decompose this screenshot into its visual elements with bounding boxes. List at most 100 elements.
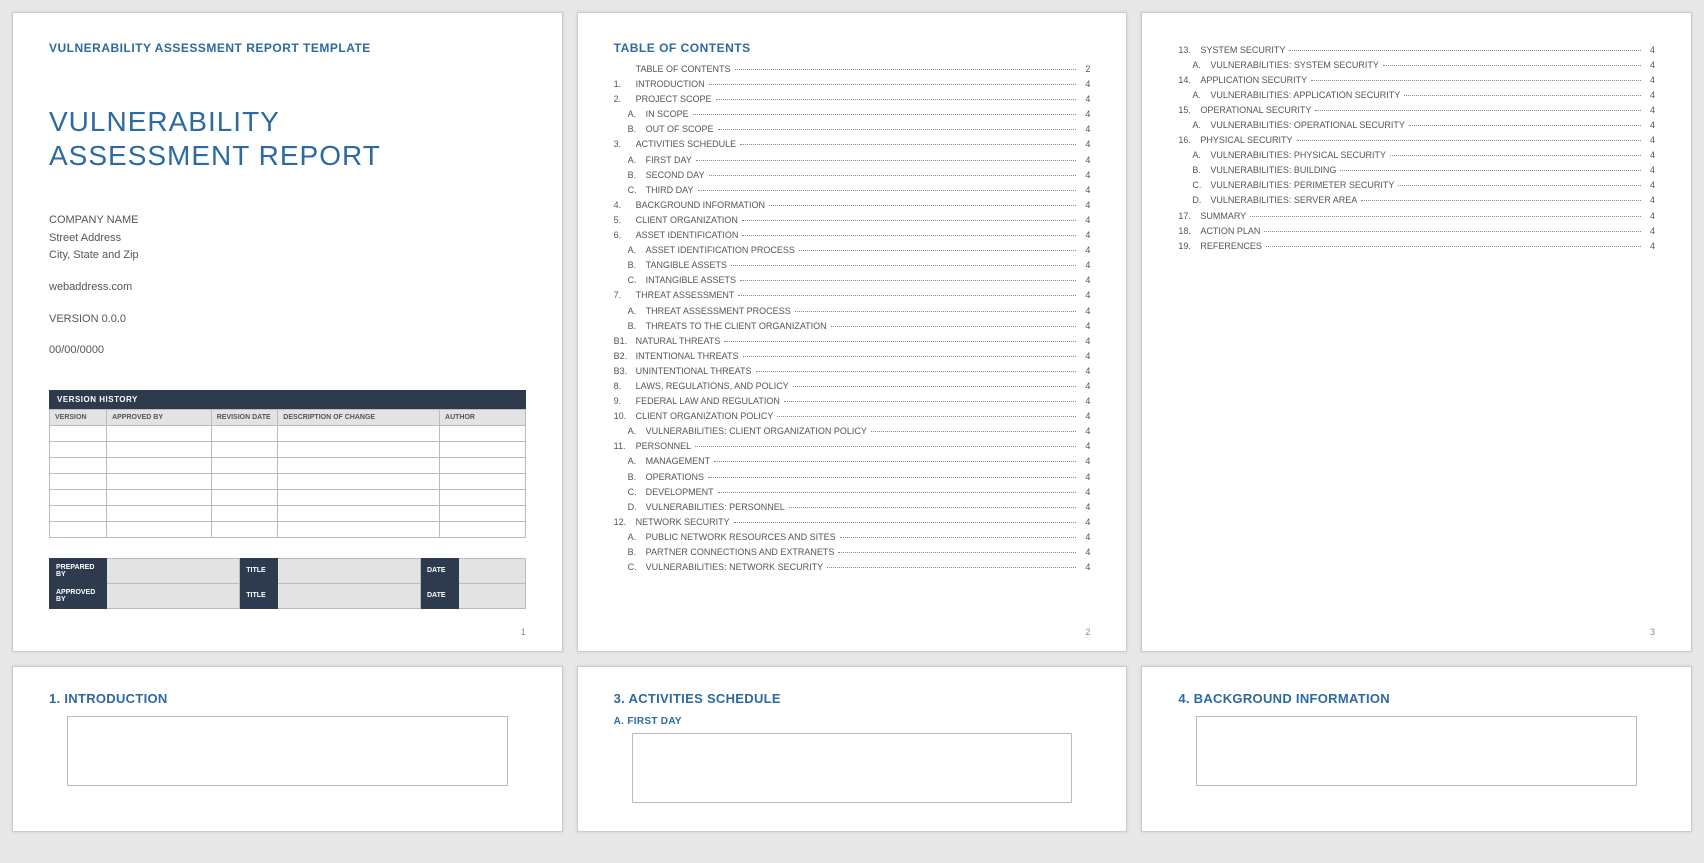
toc-page: 4 bbox=[1645, 194, 1655, 207]
table-row bbox=[50, 425, 526, 441]
report-title: VULNERABILITY ASSESSMENT REPORT bbox=[49, 105, 526, 172]
toc-label: VULNERABILITIES: NETWORK SECURITY bbox=[646, 561, 824, 574]
toc-row: A.FIRST DAY4 bbox=[614, 154, 1091, 167]
toc-label: VULNERABILITIES: APPLICATION SECURITY bbox=[1210, 89, 1400, 102]
toc-page: 4 bbox=[1080, 501, 1090, 514]
toc-num: 19. bbox=[1178, 240, 1200, 253]
signoff-table: PREPARED BY TITLE DATE APPROVED BY TITLE… bbox=[49, 558, 526, 609]
toc-label: APPLICATION SECURITY bbox=[1200, 74, 1307, 87]
toc-row: C.DEVELOPMENT4 bbox=[614, 486, 1091, 499]
toc-label: TABLE OF CONTENTS bbox=[636, 63, 731, 76]
toc-dots bbox=[795, 311, 1077, 312]
content-box-firstday bbox=[632, 733, 1073, 803]
toc-num: 15. bbox=[1178, 104, 1200, 117]
toc-label: NATURAL THREATS bbox=[636, 335, 721, 348]
toc-row: B.PARTNER CONNECTIONS AND EXTRANETS4 bbox=[614, 546, 1091, 559]
toc-num: 18. bbox=[1178, 225, 1200, 238]
toc-num: D. bbox=[1192, 194, 1210, 207]
toc-label: PROJECT SCOPE bbox=[636, 93, 712, 106]
toc-row: 4.BACKGROUND INFORMATION4 bbox=[614, 199, 1091, 212]
toc-label: CLIENT ORGANIZATION bbox=[636, 214, 738, 227]
toc-label: THREATS TO THE CLIENT ORGANIZATION bbox=[646, 320, 827, 333]
toc-label: PERSONNEL bbox=[636, 440, 692, 453]
toc-row: C.INTANGIBLE ASSETS4 bbox=[614, 274, 1091, 287]
table-row bbox=[50, 505, 526, 521]
toc-label: UNINTENTIONAL THREATS bbox=[636, 365, 752, 378]
toc-label: CLIENT ORGANIZATION POLICY bbox=[636, 410, 774, 423]
title-line2: ASSESSMENT REPORT bbox=[49, 140, 381, 171]
toc-label: ACTION PLAN bbox=[1200, 225, 1260, 238]
toc-row: 10.CLIENT ORGANIZATION POLICY 4 bbox=[614, 410, 1091, 423]
toc-row: 2.PROJECT SCOPE4 bbox=[614, 93, 1091, 106]
toc-dots bbox=[735, 69, 1077, 70]
toc-num: A. bbox=[628, 425, 646, 438]
toc-num: 6. bbox=[614, 229, 636, 242]
toc-dots bbox=[1361, 200, 1641, 201]
toc-num: B. bbox=[628, 320, 646, 333]
toc-num: A. bbox=[628, 154, 646, 167]
toc-page: 4 bbox=[1645, 179, 1655, 192]
toc-num: A. bbox=[628, 455, 646, 468]
toc-label: OUT OF SCOPE bbox=[646, 123, 714, 136]
toc-label: VULNERABILITIES: PHYSICAL SECURITY bbox=[1210, 149, 1386, 162]
toc-dots bbox=[1404, 95, 1641, 96]
toc-page: 4 bbox=[1080, 380, 1090, 393]
toc-dots bbox=[1315, 110, 1641, 111]
toc-row: A.IN SCOPE4 bbox=[614, 108, 1091, 121]
toc-label: IN SCOPE bbox=[646, 108, 689, 121]
content-box-background bbox=[1196, 716, 1637, 786]
vh-col-version: VERSION bbox=[50, 409, 107, 425]
toc-label: VULNERABILITIES: SYSTEM SECURITY bbox=[1210, 59, 1379, 72]
toc-dots bbox=[769, 205, 1076, 206]
toc-num: B2. bbox=[614, 350, 636, 363]
toc-row: D.VULNERABILITIES: PERSONNEL4 bbox=[614, 501, 1091, 514]
toc-dots bbox=[731, 265, 1076, 266]
toc-page: 4 bbox=[1080, 93, 1090, 106]
toc-num: B. bbox=[628, 471, 646, 484]
table-row bbox=[50, 441, 526, 457]
toc-row: D.VULNERABILITIES: SERVER AREA4 bbox=[1178, 194, 1655, 207]
toc-num: 7. bbox=[614, 289, 636, 302]
toc-dots bbox=[799, 250, 1076, 251]
toc-num: C. bbox=[628, 274, 646, 287]
toc-label: SYSTEM SECURITY bbox=[1200, 44, 1285, 57]
toc-page: 4 bbox=[1080, 199, 1090, 212]
toc-label: DEVELOPMENT bbox=[646, 486, 714, 499]
toc-num: 10. bbox=[614, 410, 636, 423]
table-row bbox=[50, 457, 526, 473]
toc-dots bbox=[742, 235, 1076, 236]
vh-col-desc: DESCRIPTION OF CHANGE bbox=[278, 409, 440, 425]
toc-page: 4 bbox=[1080, 531, 1090, 544]
toc-num: 1. bbox=[614, 78, 636, 91]
city-state-zip: City, State and Zip bbox=[49, 247, 526, 265]
toc-row: B.VULNERABILITIES: BUILDING4 bbox=[1178, 164, 1655, 177]
toc-page: 4 bbox=[1080, 546, 1090, 559]
toc-row: 6.ASSET IDENTIFICATION4 bbox=[614, 229, 1091, 242]
toc-page: 4 bbox=[1080, 410, 1090, 423]
toc-page: 4 bbox=[1080, 395, 1090, 408]
toc-dots bbox=[827, 567, 1076, 568]
table-row bbox=[50, 489, 526, 505]
toc-row: 13.SYSTEM SECURITY4 bbox=[1178, 44, 1655, 57]
toc-page: 4 bbox=[1080, 244, 1090, 257]
toc-label: LAWS, REGULATIONS, AND POLICY bbox=[636, 380, 789, 393]
toc-page: 4 bbox=[1645, 240, 1655, 253]
toc-page: 4 bbox=[1080, 320, 1090, 333]
toc-label: TANGIBLE ASSETS bbox=[646, 259, 727, 272]
toc-num: A. bbox=[1192, 89, 1210, 102]
content-box-intro bbox=[67, 716, 508, 786]
toc-num: B3. bbox=[614, 365, 636, 378]
version-label: VERSION 0.0.0 bbox=[49, 311, 526, 329]
toc-row: 1.INTRODUCTION4 bbox=[614, 78, 1091, 91]
toc-label: VULNERABILITIES: PERIMETER SECURITY bbox=[1210, 179, 1394, 192]
page-2: TABLE OF CONTENTS TABLE OF CONTENTS21.IN… bbox=[577, 12, 1128, 652]
toc-dots bbox=[738, 295, 1076, 296]
toc-row: 8.LAWS, REGULATIONS, AND POLICY4 bbox=[614, 380, 1091, 393]
toc-dots bbox=[718, 129, 1077, 130]
toc-num: B. bbox=[1192, 164, 1210, 177]
toc-page: 4 bbox=[1645, 134, 1655, 147]
toc-row: 19.REFERENCES4 bbox=[1178, 240, 1655, 253]
toc-row: B.OUT OF SCOPE4 bbox=[614, 123, 1091, 136]
table-row bbox=[50, 473, 526, 489]
toc-page: 4 bbox=[1080, 259, 1090, 272]
